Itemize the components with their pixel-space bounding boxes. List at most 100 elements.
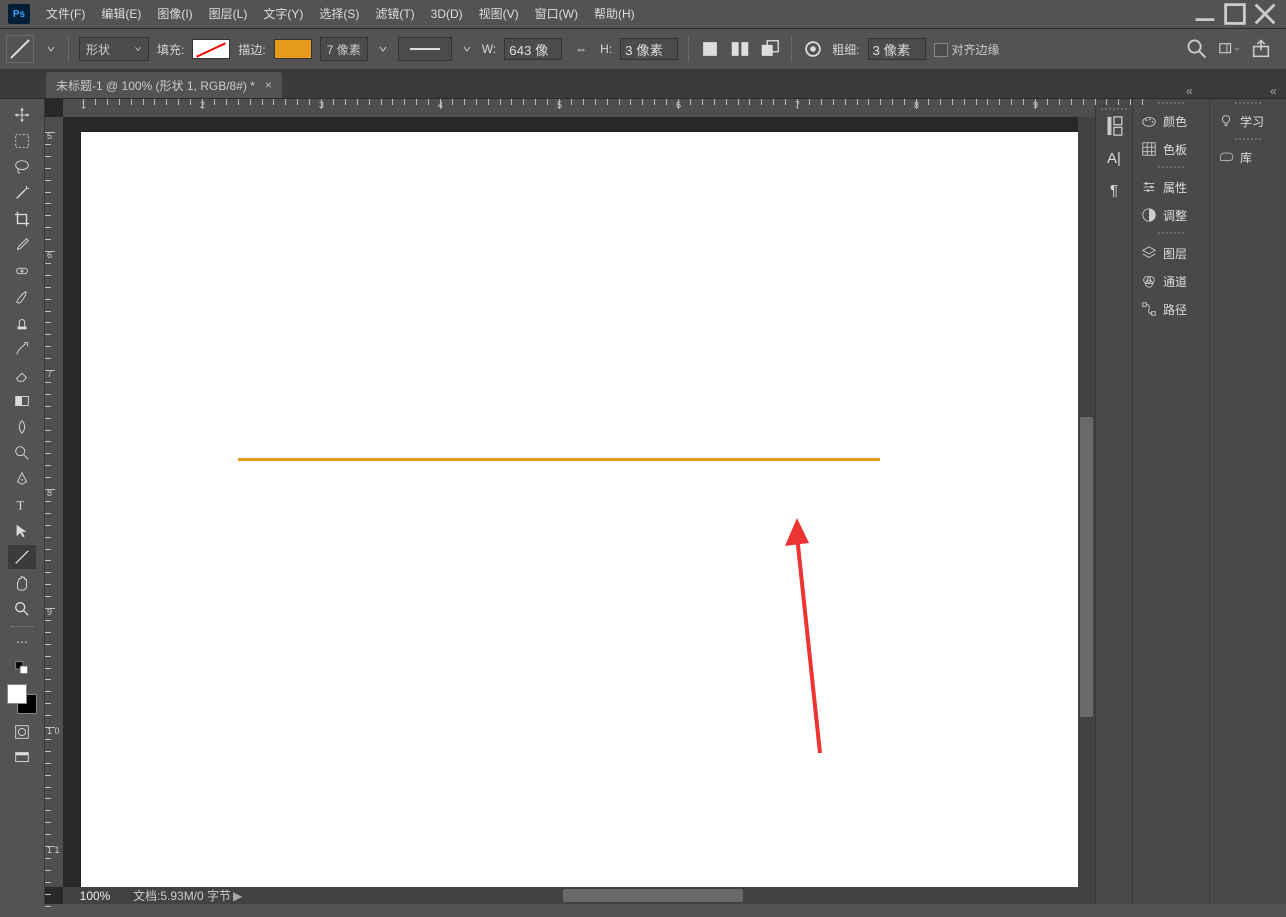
stroke-swatch[interactable] xyxy=(274,39,312,59)
line-tool[interactable] xyxy=(8,545,36,569)
canvas[interactable] xyxy=(81,132,1080,887)
current-tool-icon[interactable] xyxy=(6,35,34,63)
path-arrangement-icon[interactable] xyxy=(759,38,781,60)
collapse-panels-icon[interactable]: « xyxy=(1186,84,1198,98)
panel-grip[interactable] xyxy=(1234,137,1262,141)
height-input[interactable] xyxy=(620,38,678,60)
fill-swatch[interactable] xyxy=(192,39,230,59)
workspace: 123456789 567891 01 1 100% 文档:5.93M/0 字节… xyxy=(45,99,1095,904)
app-logo: Ps xyxy=(8,4,30,24)
collapsed-panel-dock-1: A| ¶ xyxy=(1095,99,1132,904)
share-icon[interactable] xyxy=(1250,38,1272,60)
panel-libraries[interactable]: 库 xyxy=(1210,143,1286,171)
ruler-vertical[interactable]: 567891 01 1 xyxy=(45,117,63,887)
weight-input[interactable] xyxy=(868,38,926,60)
zoom-tool[interactable] xyxy=(8,597,36,621)
document-tab[interactable]: 未标题-1 @ 100% (形状 1, RGB/8#) * × xyxy=(46,72,282,98)
stroke-style-select[interactable] xyxy=(398,37,452,61)
hand-tool[interactable] xyxy=(8,571,36,595)
paragraph-panel-icon[interactable]: ¶ xyxy=(1101,177,1127,203)
width-input[interactable] xyxy=(504,38,562,60)
eraser-tool[interactable] xyxy=(8,363,36,387)
default-colors-icon[interactable] xyxy=(8,656,36,680)
panel-color[interactable]: 颜色 xyxy=(1133,107,1209,135)
panel-learn[interactable]: 学习 xyxy=(1210,107,1286,135)
panel-channels[interactable]: 通道 xyxy=(1133,267,1209,295)
panel-paths[interactable]: 路径 xyxy=(1133,295,1209,323)
menu-image[interactable]: 图像(I) xyxy=(149,0,200,28)
brush-tool[interactable] xyxy=(8,285,36,309)
eyedropper-tool[interactable] xyxy=(8,233,36,257)
panel-properties[interactable]: 属性 xyxy=(1133,173,1209,201)
close-icon[interactable]: × xyxy=(265,78,272,92)
stroke-style-dropdown[interactable] xyxy=(460,44,474,54)
panel-grip[interactable] xyxy=(1234,101,1262,105)
panel-grip[interactable] xyxy=(1157,165,1185,169)
pen-tool[interactable] xyxy=(8,467,36,491)
blur-tool[interactable] xyxy=(8,415,36,439)
panel-swatches[interactable]: 色板 xyxy=(1133,135,1209,163)
document-info[interactable]: 文档:5.93M/0 字节 xyxy=(127,887,231,904)
healing-brush-tool[interactable] xyxy=(8,259,36,283)
screen-mode-icon[interactable] xyxy=(8,746,36,770)
dodge-tool[interactable] xyxy=(8,441,36,465)
scrollbar-vertical[interactable] xyxy=(1078,117,1095,887)
weight-label: 粗细: xyxy=(832,41,859,58)
search-icon[interactable] xyxy=(1186,38,1208,60)
type-tool[interactable]: T xyxy=(8,493,36,517)
menu-select[interactable]: 选择(S) xyxy=(311,0,367,28)
clone-stamp-tool[interactable] xyxy=(8,311,36,335)
scrollbar-horizontal[interactable] xyxy=(563,889,743,902)
panel-adjustments[interactable]: 调整 xyxy=(1133,201,1209,229)
history-brush-tool[interactable] xyxy=(8,337,36,361)
foreground-background-colors[interactable] xyxy=(7,684,37,714)
magic-wand-tool[interactable] xyxy=(8,181,36,205)
link-icon[interactable]: ⇔ xyxy=(570,38,592,60)
panel-grip[interactable] xyxy=(1157,231,1185,235)
quick-mask-icon[interactable] xyxy=(8,720,36,744)
edit-toolbar-icon[interactable]: ⋯ xyxy=(8,630,36,654)
menu-layer[interactable]: 图层(L) xyxy=(201,0,256,28)
width-label: W: xyxy=(482,42,496,56)
stroke-width-dropdown[interactable] xyxy=(376,44,390,54)
stroke-width-select[interactable]: 7 像素 xyxy=(320,37,368,61)
close-button[interactable] xyxy=(1250,3,1280,25)
crop-tool[interactable] xyxy=(8,207,36,231)
menu-help[interactable]: 帮助(H) xyxy=(586,0,643,28)
gear-icon[interactable] xyxy=(802,38,824,60)
menu-type[interactable]: 文字(Y) xyxy=(255,0,311,28)
menu-file[interactable]: 文件(F) xyxy=(38,0,93,28)
menu-3d[interactable]: 3D(D) xyxy=(423,0,471,28)
shape-line[interactable] xyxy=(238,458,880,461)
ruler-horizontal[interactable]: 123456789 xyxy=(63,99,1095,117)
panel-group-2: 学习 库 xyxy=(1209,99,1286,904)
svg-text:T: T xyxy=(17,499,25,513)
align-edges-checkbox[interactable]: 对齐边缘 xyxy=(934,41,1000,58)
menu-window[interactable]: 窗口(W) xyxy=(527,0,586,28)
menu-filter[interactable]: 滤镜(T) xyxy=(367,0,422,28)
history-panel-icon[interactable] xyxy=(1101,113,1127,139)
move-tool[interactable] xyxy=(8,103,36,127)
panel-grip[interactable] xyxy=(1157,101,1185,105)
gradient-tool[interactable] xyxy=(8,389,36,413)
menu-view[interactable]: 视图(V) xyxy=(471,0,527,28)
panel-grip[interactable] xyxy=(1100,107,1128,111)
path-selection-tool[interactable] xyxy=(8,519,36,543)
height-label: H: xyxy=(600,42,612,56)
minimize-button[interactable] xyxy=(1190,3,1220,25)
maximize-button[interactable] xyxy=(1220,3,1250,25)
tool-mode-select[interactable]: 形状 xyxy=(79,37,149,61)
lasso-tool[interactable] xyxy=(8,155,36,179)
menu-edit[interactable]: 编辑(E) xyxy=(93,0,149,28)
marquee-tool[interactable] xyxy=(8,129,36,153)
tool-preset-dropdown[interactable] xyxy=(44,44,58,54)
chevron-right-icon[interactable]: ▶ xyxy=(233,889,242,903)
character-panel-icon[interactable]: A| xyxy=(1101,145,1127,171)
path-operations-icon[interactable] xyxy=(699,38,721,60)
path-alignment-icon[interactable] xyxy=(729,38,751,60)
document-tab-title: 未标题-1 @ 100% (形状 1, RGB/8#) * xyxy=(56,77,255,94)
zoom-level[interactable]: 100% xyxy=(63,889,127,903)
collapse-panels-icon[interactable]: « xyxy=(1270,84,1282,98)
workspace-switcher-icon[interactable] xyxy=(1218,38,1240,60)
panel-layers[interactable]: 图层 xyxy=(1133,239,1209,267)
